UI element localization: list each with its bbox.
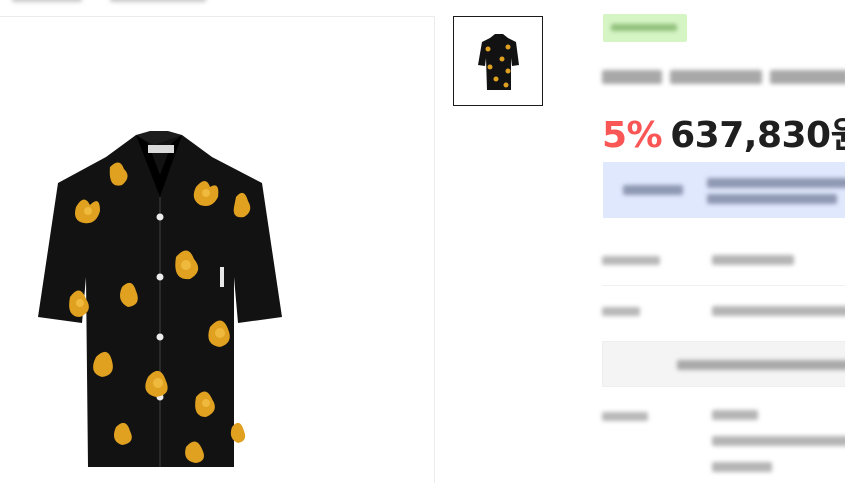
product-page: 5% 637,830원 [0,0,845,483]
discount-rate: 5% [602,115,663,156]
breadcrumb-item[interactable] [110,0,206,2]
info-value [712,255,794,265]
divider [602,285,845,286]
info-value [712,462,772,472]
breadcrumb-item[interactable] [12,0,82,2]
info-label [602,256,660,265]
sale-price: 637,830원 [670,115,845,156]
thumbnail-selected[interactable] [453,16,543,106]
shirt-image [38,131,282,467]
coupon-banner[interactable] [603,162,845,218]
breadcrumb [0,0,420,6]
shirt-thumbnail [478,34,519,90]
info-label [602,412,648,421]
info-label [602,307,640,316]
info-value [712,306,845,316]
info-value [712,436,845,446]
info-value [712,410,758,420]
product-main-image-panel [0,16,435,483]
product-info-panel: 5% 637,830원 [600,0,845,483]
product-badge [603,14,687,42]
price-row: 5% 637,830원 [602,114,845,158]
product-title [602,64,845,90]
option-select[interactable] [602,341,845,387]
